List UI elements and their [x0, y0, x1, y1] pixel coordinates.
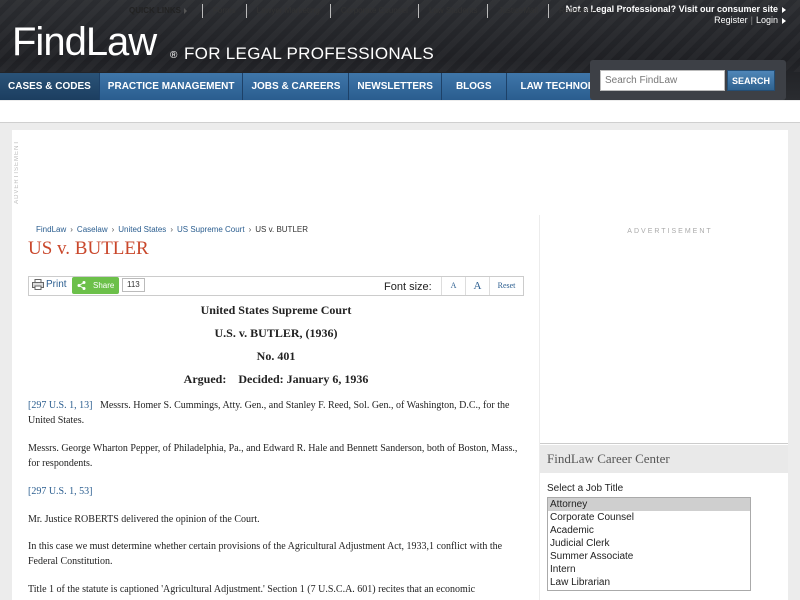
quick-link-lawyer-marketing[interactable]: Lawyer Marketing	[245, 4, 330, 18]
nav-jobs-careers[interactable]: JOBS & CAREERS	[243, 73, 350, 100]
sidebar-ad-label: ADVERTISEMENT	[627, 228, 713, 235]
breadcrumb-separator: ›	[70, 225, 73, 234]
sidebar-ad	[540, 215, 788, 443]
job-title-label: Select a Job Title	[547, 483, 624, 494]
top-ad-label: ADVERTISEMENT	[14, 140, 20, 204]
search-button[interactable]: SEARCH	[727, 70, 775, 91]
font-decrease-button[interactable]: A	[441, 277, 465, 295]
share-count: 113	[122, 278, 145, 292]
share-label[interactable]: Share	[93, 281, 114, 290]
breadcrumb-caselaw[interactable]: Caselaw	[77, 225, 108, 234]
job-option-intern[interactable]: Intern	[548, 563, 750, 576]
paragraph-text: Messrs. Homer S. Cummings, Atty. Gen., a…	[28, 400, 510, 426]
arrow-right-icon	[184, 7, 187, 14]
quick-links-label: QUICK LINKS	[129, 6, 187, 15]
job-title-select[interactable]: Attorney Corporate Counsel Academic Judi…	[547, 497, 751, 591]
paragraph: Mr. Justice ROBERTS delivered the opinio…	[28, 512, 524, 527]
font-reset-button[interactable]: Reset	[489, 277, 523, 295]
breadcrumb-separator: ›	[170, 225, 173, 234]
decided-date: Decided: January 6, 1936	[238, 372, 369, 386]
font-increase-button[interactable]: A	[465, 277, 489, 295]
arrow-right-icon	[782, 17, 786, 24]
top-ad-banner	[12, 130, 788, 215]
quick-link-reference[interactable]: Reference	[548, 4, 606, 18]
account-links: Register | Login	[714, 15, 786, 25]
paragraph: Title 1 of the statute is captioned 'Agr…	[28, 582, 524, 597]
page-title: US v. BUTLER	[28, 238, 149, 259]
argued-label: Argued:	[183, 372, 227, 386]
logo-tagline: FOR LEGAL PROFESSIONALS	[184, 44, 435, 63]
case-dates: Argued: Decided: January 6, 1936	[28, 372, 524, 387]
paragraph: Messrs. George Wharton Pepper, of Philad…	[28, 441, 524, 471]
register-link[interactable]: Register	[714, 15, 748, 25]
nav-cases-codes[interactable]: CASES & CODES	[0, 73, 100, 100]
paragraph: [297 U.S. 1, 13] Messrs. Homer S. Cummin…	[28, 398, 524, 428]
page-citation[interactable]: [297 U.S. 1, 13]	[28, 400, 92, 411]
breadcrumb-united-states[interactable]: United States	[118, 225, 166, 234]
page-citation[interactable]: [297 U.S. 1, 53]	[28, 486, 92, 497]
print-label[interactable]: Print	[46, 279, 67, 290]
quick-links-label-text: QUICK LINKS	[129, 6, 181, 15]
court-name: United States Supreme Court	[200, 303, 352, 317]
quick-link-justicemail[interactable]: JusticeMail	[487, 4, 548, 18]
paragraph-text: Title 1 of the statute is captioned 'Agr…	[28, 584, 476, 595]
share-icon	[77, 281, 86, 290]
breadcrumb-us-supreme-court[interactable]: US Supreme Court	[177, 225, 245, 234]
paragraph-text: Mr. Justice ROBERTS delivered the opinio…	[28, 514, 260, 525]
career-center-title: FindLaw Career Center	[540, 445, 788, 473]
login-link[interactable]: Login	[756, 15, 778, 25]
nav-practice-management[interactable]: PRACTICE MANAGEMENT	[99, 73, 244, 100]
share-button[interactable]: Share	[72, 277, 119, 294]
paragraph-text: Messrs. George Wharton Pepper, of Philad…	[28, 443, 518, 469]
job-option-corporate-counsel[interactable]: Corporate Counsel	[548, 511, 750, 524]
quick-links-list: Forms Lawyer Marketing Corporate Counsel…	[202, 4, 606, 18]
job-option-academic[interactable]: Academic	[548, 524, 750, 537]
breadcrumb-separator: ›	[248, 225, 252, 234]
breadcrumb-separator: ›	[111, 225, 115, 234]
printer-icon	[32, 279, 44, 290]
arrow-right-icon	[782, 6, 786, 13]
case-name: U.S. v. BUTLER, (1936)	[214, 326, 338, 340]
findlaw-logo[interactable]: FindLaw	[12, 20, 157, 64]
job-option-summer-associate[interactable]: Summer Associate	[548, 550, 750, 563]
nav-blogs[interactable]: BLOGS	[441, 73, 507, 100]
paragraph-text: In this case we must determine whether c…	[28, 541, 503, 567]
case-number: No. 401	[256, 349, 296, 363]
job-option-attorney[interactable]: Attorney	[548, 498, 750, 511]
divider: |	[750, 15, 753, 25]
job-option-judicial-clerk[interactable]: Judicial Clerk	[548, 537, 750, 550]
main-nav: CASES & CODES PRACTICE MANAGEMENT JOBS &…	[0, 73, 632, 100]
quick-link-law-students[interactable]: Law Students	[417, 4, 487, 18]
search-input[interactable]: Search FindLaw	[600, 70, 725, 91]
breadcrumb: FindLaw › Caselaw › United States › US Supr…	[36, 225, 308, 234]
font-size-label: Font size:	[384, 281, 432, 293]
quick-link-forms[interactable]: Forms	[202, 4, 246, 18]
quick-links-bar	[0, 101, 800, 123]
job-option-law-librarian[interactable]: Law Librarian	[548, 576, 750, 589]
nav-newsletters[interactable]: NEWSLETTERS	[349, 73, 442, 100]
logo-registered-mark: ®	[170, 50, 178, 61]
print-button[interactable]: Print	[32, 279, 67, 290]
breadcrumb-current: US v. BUTLER	[255, 225, 308, 234]
paragraph: In this case we must determine whether c…	[28, 539, 524, 569]
quick-link-corporate-counsel[interactable]: Corporate Counsel	[329, 4, 418, 18]
breadcrumb-findlaw[interactable]: FindLaw	[36, 225, 66, 234]
paragraph: [297 U.S. 1, 53]	[28, 484, 524, 499]
